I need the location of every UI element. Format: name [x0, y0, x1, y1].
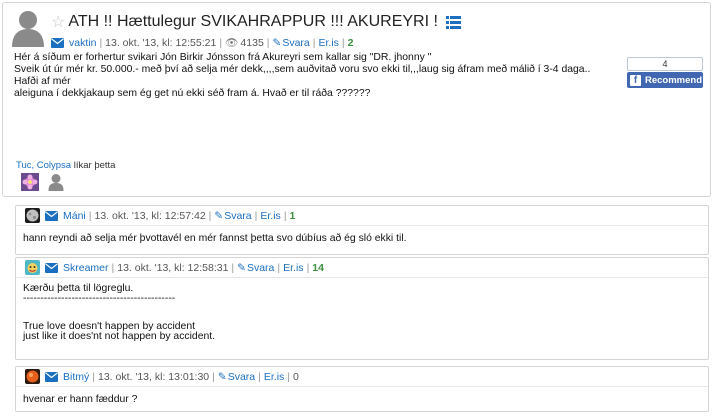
reply-link[interactable]: Svara: [282, 37, 309, 49]
reply-count[interactable]: 1: [290, 210, 296, 222]
reply-post: Bitmý | 13. okt. '13, kl: 13:01:30 | ✎ S…: [15, 366, 709, 412]
eris-link[interactable]: Er.is: [260, 210, 280, 222]
topic-meta: vaktin | 13. okt. '13, kl: 12:55:21 | 👁 …: [51, 36, 354, 49]
eris-link[interactable]: Er.is: [264, 371, 284, 383]
facebook-recommend-label: Recommend: [645, 74, 703, 86]
reply-author-link[interactable]: Bitmý: [63, 371, 89, 383]
default-avatar-icon[interactable]: [47, 173, 65, 191]
facebook-recommend-widget: 4 f Recommend: [627, 57, 703, 88]
separator: |: [231, 261, 235, 274]
pencil-icon[interactable]: ✎: [273, 37, 282, 49]
star-icon[interactable]: ☆: [51, 12, 65, 32]
separator: |: [341, 36, 345, 49]
topic-post: ☆ ATH !! Hættulegur SVIKAHRAPPUR !!! AKU…: [2, 2, 711, 197]
reply-post: Máni | 13. okt. '13, kl: 12:57:42 | ✎ Sv…: [15, 205, 709, 255]
pencil-icon[interactable]: ✎: [214, 210, 223, 222]
separator: |: [219, 36, 223, 49]
separator: |: [287, 370, 291, 383]
reply-count[interactable]: 0: [293, 371, 299, 383]
reply-body: hann reyndi að selja mér þvottavél en mé…: [16, 226, 708, 244]
reply-link[interactable]: Svara: [224, 210, 251, 222]
reply-date: 13. okt. '13, kl: 12:57:42: [94, 209, 206, 222]
reply-body-line: [23, 303, 708, 313]
topic-body-line: Hér á síðum er forhertur svikari Jón Bir…: [14, 52, 432, 63]
separator: |: [266, 36, 270, 49]
reply-post: Skreamer | 13. okt. '13, kl: 12:58:31 | …: [15, 257, 709, 360]
separator: |: [312, 36, 316, 49]
reply-author-link[interactable]: Skreamer: [63, 262, 109, 274]
reply-body-line: just like it does'nt not happen by accid…: [23, 330, 216, 342]
eris-link[interactable]: Er.is: [283, 262, 303, 274]
separator: |: [208, 209, 212, 222]
envelope-icon[interactable]: [45, 371, 58, 382]
topic-author-link[interactable]: vaktin: [69, 37, 96, 49]
topic-body-line: Sveik út úr mér kr. 50.000.- með því að …: [14, 64, 591, 87]
envelope-icon[interactable]: [45, 210, 58, 221]
separator: |: [283, 209, 287, 222]
facebook-count: 4: [627, 57, 703, 71]
reply-meta: Máni | 13. okt. '13, kl: 12:57:42 | ✎ Sv…: [16, 206, 708, 226]
separator: |: [277, 261, 281, 274]
topic-date: 13. okt. '13, kl: 12:55:21: [105, 36, 217, 49]
topic-body-line: aleiguna í dekkjakaup sem ég get nú ekki…: [14, 88, 371, 99]
reply-author-link[interactable]: Máni: [63, 210, 86, 222]
likes-line: Tuc, Colypsa líkar þetta: [16, 160, 115, 171]
separator: |: [88, 209, 92, 222]
reply-body-line: hann reyndi að selja mér þvottavél en mé…: [23, 233, 407, 244]
reply-body: hvenar er hann fæddur ?: [16, 387, 708, 405]
list-icon[interactable]: [445, 15, 461, 29]
reply-link[interactable]: Svara: [247, 262, 274, 274]
page-title: ATH !! Hættulegur SVIKAHRAPPUR !!! AKURE…: [68, 13, 438, 30]
likers-link[interactable]: Tuc, Colypsa: [16, 160, 71, 171]
topic-views: 4135: [240, 36, 264, 49]
separator: |: [254, 209, 258, 222]
moon-avatar-icon[interactable]: [25, 208, 40, 223]
eye-icon: 👁: [225, 37, 239, 49]
envelope-icon[interactable]: [51, 37, 64, 48]
reply-body: Kærðu þetta til lögreglu. --------------…: [16, 278, 708, 342]
reply-date: 13. okt. '13, kl: 13:01:30: [97, 370, 210, 383]
reply-count[interactable]: 2: [348, 37, 354, 49]
facebook-recommend-button[interactable]: f Recommend: [627, 72, 703, 88]
reply-meta: Skreamer | 13. okt. '13, kl: 12:58:31 | …: [16, 258, 708, 278]
separator: |: [111, 261, 115, 274]
reply-meta: Bitmý | 13. okt. '13, kl: 13:01:30 | ✎ S…: [16, 367, 708, 387]
reply-link[interactable]: Svara: [228, 371, 255, 383]
separator: |: [99, 36, 103, 49]
eris-link[interactable]: Er.is: [319, 37, 339, 49]
reply-body-line: ----------------------------------------…: [23, 292, 176, 304]
separator: |: [212, 370, 215, 383]
likes-suffix: líkar þetta: [73, 160, 116, 171]
facebook-logo-icon: f: [630, 74, 641, 86]
separator: |: [92, 370, 95, 383]
default-avatar-icon[interactable]: [10, 9, 46, 47]
pencil-icon[interactable]: ✎: [218, 371, 227, 383]
envelope-icon[interactable]: [45, 262, 58, 273]
separator: |: [306, 261, 310, 274]
orange-avatar-icon[interactable]: [25, 369, 40, 384]
reply-body-line: hvenar er hann fæddur ?: [23, 394, 138, 405]
separator: |: [258, 370, 261, 383]
pencil-icon[interactable]: ✎: [237, 262, 246, 274]
reply-count[interactable]: 14: [312, 262, 324, 274]
topic-title-row: ☆ ATH !! Hættulegur SVIKAHRAPPUR !!! AKU…: [51, 11, 461, 33]
reply-date: 13. okt. '13, kl: 12:58:31: [117, 261, 229, 274]
liker-avatars: [21, 173, 65, 191]
liker-avatar-flower-icon[interactable]: [21, 173, 39, 191]
cartoon-avatar-icon[interactable]: [25, 260, 40, 275]
topic-body: Hér á síðum er forhertur svikari Jón Bir…: [14, 52, 609, 100]
